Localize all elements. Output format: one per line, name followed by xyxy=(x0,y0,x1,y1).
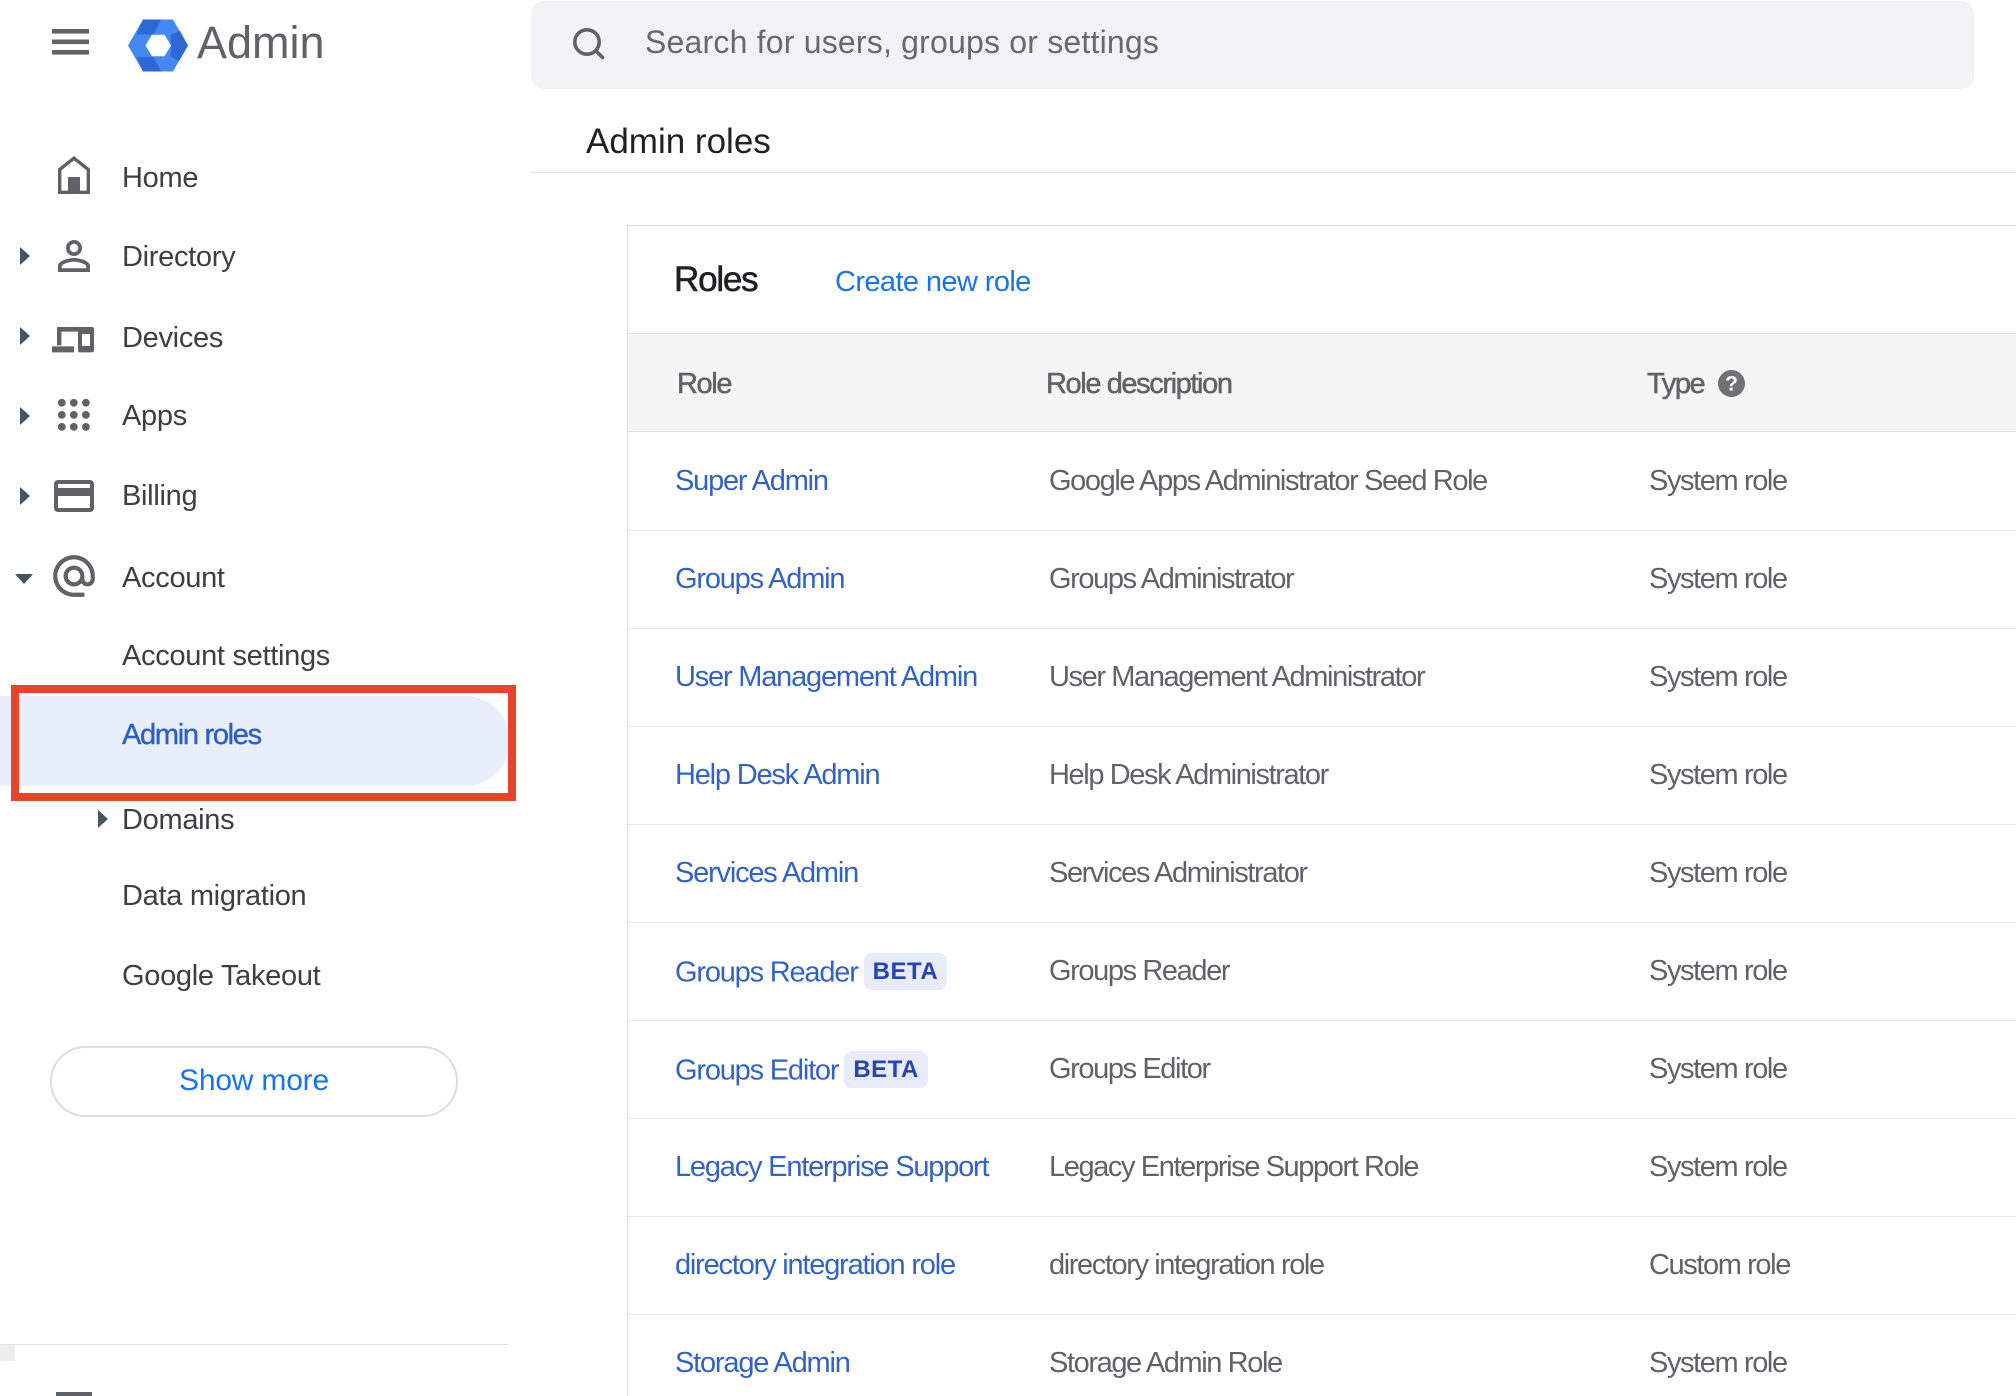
svg-text:?: ? xyxy=(1725,373,1738,396)
